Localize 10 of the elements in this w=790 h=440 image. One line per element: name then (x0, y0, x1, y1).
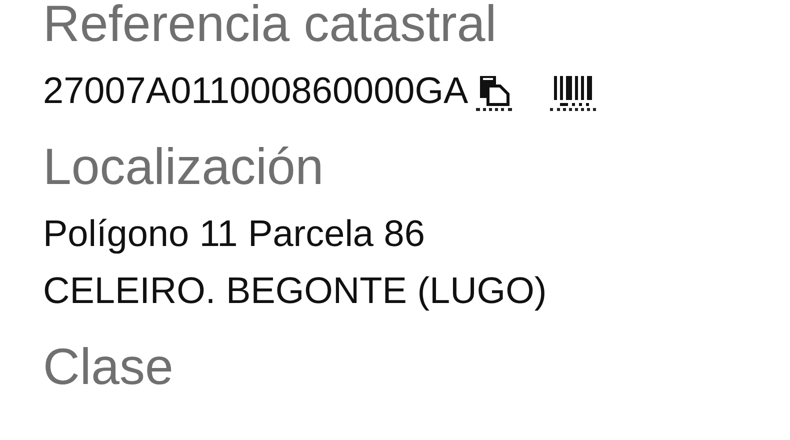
field-value: 27007A011000860000GA (43, 69, 468, 113)
copy-link[interactable] (476, 76, 512, 111)
section-heading: Localización (43, 137, 324, 197)
copy-icon (478, 76, 510, 106)
section-heading: Referencia catastral (43, 0, 497, 54)
section-heading: Clase (43, 337, 174, 397)
barcode-link[interactable] (550, 76, 596, 111)
field-value: CELEIRO. BEGONTE (LUGO) (43, 269, 547, 313)
field-value: Polígono 11 Parcela 86 (43, 212, 425, 256)
barcode-icon (552, 76, 594, 106)
